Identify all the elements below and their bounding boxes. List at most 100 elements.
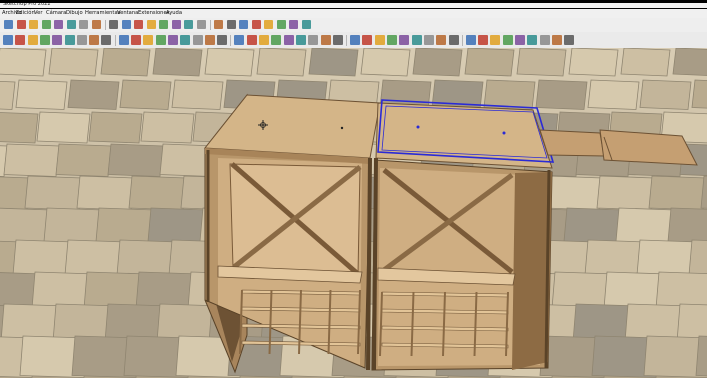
back-view-icon[interactable] — [502, 35, 513, 45]
drawing-viewport[interactable] — [0, 48, 707, 378]
xray-icon[interactable] — [362, 35, 373, 45]
top-view-icon[interactable] — [465, 35, 476, 45]
menu-camara[interactable]: Cámara — [46, 9, 66, 18]
solid-tools-icon[interactable] — [350, 35, 361, 45]
floor-tile — [204, 48, 255, 77]
rotate-icon[interactable] — [146, 20, 156, 29]
floor-tile — [24, 175, 83, 211]
fog-icon[interactable] — [551, 35, 562, 45]
loose-board-1[interactable] — [539, 129, 605, 157]
menu-ventana[interactable]: Ventana — [117, 9, 138, 18]
top-border — [0, 0, 707, 3]
view-front-icon[interactable] — [264, 20, 273, 29]
menu-extensiones[interactable]: Extensiones — [138, 9, 169, 18]
arc-icon[interactable] — [64, 35, 75, 45]
warehouse-icon[interactable] — [184, 20, 193, 29]
polygon-icon[interactable] — [109, 20, 118, 29]
floor-tile — [0, 112, 39, 144]
floor-tile — [587, 79, 640, 110]
floor-tile — [140, 111, 195, 144]
eraser-icon[interactable] — [41, 20, 51, 29]
view-right-icon[interactable] — [276, 20, 286, 29]
pencil-icon[interactable] — [39, 35, 50, 45]
view-iso-icon[interactable] — [239, 20, 248, 29]
zoom-extents-icon[interactable] — [283, 35, 294, 45]
dimension-icon[interactable] — [167, 35, 178, 45]
scale-icon[interactable] — [131, 35, 141, 45]
menu-dibujo[interactable]: Dibujo — [66, 9, 83, 18]
iso-view-icon[interactable] — [448, 35, 459, 45]
menu-ayuda[interactable]: Ayuda — [166, 9, 182, 18]
hidden-line-icon[interactable] — [399, 35, 410, 45]
move-icon[interactable] — [101, 35, 112, 45]
push-pull-icon[interactable] — [143, 35, 154, 45]
move-icon[interactable] — [134, 20, 143, 29]
search-icon[interactable] — [3, 35, 13, 45]
eraser-icon[interactable] — [27, 35, 38, 45]
textured-icon[interactable] — [423, 35, 434, 45]
circle-icon[interactable] — [91, 20, 101, 29]
shape-icon[interactable] — [89, 35, 100, 45]
text-icon[interactable] — [192, 35, 203, 45]
walk-icon[interactable] — [295, 35, 306, 45]
menu-edicion[interactable]: Edición — [16, 9, 35, 18]
extension-warehouse-icon[interactable] — [196, 20, 206, 29]
rectangle-icon[interactable] — [79, 20, 88, 29]
view-back-icon[interactable] — [289, 20, 298, 29]
push-pull-icon[interactable] — [121, 20, 131, 29]
back-edges-icon[interactable] — [374, 35, 385, 45]
wireframe-icon[interactable] — [387, 35, 397, 45]
protractor-icon[interactable] — [180, 35, 191, 45]
select-icon[interactable] — [4, 20, 13, 29]
left-view-icon[interactable] — [515, 35, 525, 45]
axes-icon[interactable] — [204, 35, 215, 45]
floor-tile — [691, 79, 707, 109]
front-view-icon[interactable] — [478, 35, 489, 45]
view-left-icon[interactable] — [301, 20, 311, 29]
component-icon[interactable] — [16, 20, 26, 29]
paint-bucket-icon[interactable] — [52, 35, 63, 45]
floor-tile — [0, 48, 47, 77]
rotate-icon[interactable] — [118, 35, 129, 45]
orbit-icon[interactable] — [234, 35, 245, 45]
floor-tile — [128, 175, 187, 211]
arc-icon[interactable] — [66, 20, 76, 29]
floor-tile — [412, 48, 463, 77]
pan-icon[interactable] — [246, 35, 257, 45]
sections-icon[interactable] — [226, 20, 236, 29]
large-toolset-toolbar — [0, 32, 707, 49]
floor-tile — [620, 48, 671, 77]
menu-bar: Archivo Edición Ver Cámara Dibujo Herram… — [0, 9, 707, 18]
floor-tile — [147, 207, 208, 244]
monochrome-icon[interactable] — [436, 35, 447, 45]
match-photo-icon[interactable] — [564, 35, 575, 45]
section-plane-icon[interactable] — [332, 35, 343, 45]
3d-text-icon[interactable] — [217, 35, 228, 45]
scale-icon[interactable] — [159, 20, 168, 29]
floor-tile — [688, 239, 707, 277]
right-view-icon[interactable] — [490, 35, 501, 45]
look-around-icon[interactable] — [308, 35, 319, 45]
right-wine-cabinet[interactable] — [371, 99, 555, 371]
left-wine-cabinet[interactable] — [204, 93, 381, 374]
shaded-icon[interactable] — [411, 35, 422, 45]
zoom-window-icon[interactable] — [271, 35, 282, 45]
freehand-icon[interactable] — [76, 35, 87, 45]
line-icon[interactable] — [54, 20, 63, 29]
view-top-icon[interactable] — [251, 20, 261, 29]
styles-icon[interactable] — [527, 35, 538, 45]
paint-bucket-icon[interactable] — [29, 20, 38, 29]
shadows-icon[interactable] — [539, 35, 550, 45]
menu-ver[interactable]: Ver — [34, 9, 42, 18]
menu-herramientas[interactable]: Herramientas — [85, 9, 120, 18]
position-camera-icon[interactable] — [320, 35, 331, 45]
offset-icon[interactable] — [171, 20, 181, 29]
floor-tile — [584, 239, 647, 278]
zoom-icon[interactable] — [259, 35, 269, 45]
layout-icon[interactable] — [214, 20, 223, 29]
right-cabinet-top[interactable] — [375, 102, 553, 169]
model-canvas[interactable] — [0, 48, 707, 378]
tape-measure-icon[interactable] — [155, 35, 166, 45]
floor-tile — [615, 207, 676, 244]
select-icon[interactable] — [15, 35, 26, 45]
